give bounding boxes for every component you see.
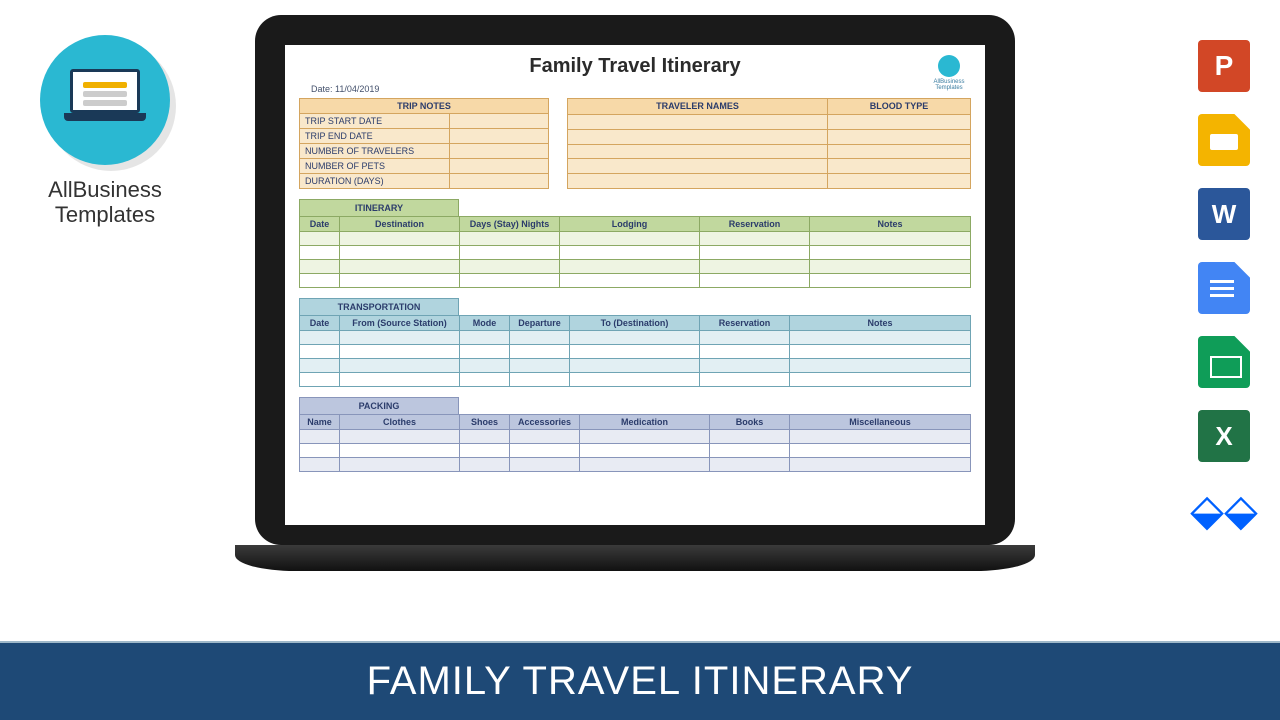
trip-notes-header: TRIP NOTES: [300, 99, 549, 114]
word-icon: W: [1198, 188, 1250, 240]
bottom-banner: FAMILY TRAVEL ITINERARY: [0, 643, 1280, 720]
google-sheets-icon: [1198, 336, 1250, 388]
google-slides-icon: [1198, 114, 1250, 166]
packing-table: Name Clothes Shoes Accessories Medicatio…: [299, 414, 971, 472]
document-title: Family Travel Itinerary: [299, 55, 971, 78]
travelers-table: TRAVELER NAMESBLOOD TYPE: [567, 98, 971, 189]
document-date: Date: 11/04/2019: [311, 84, 971, 94]
itinerary-table: Date Destination Days (Stay) Nights Lodg…: [299, 216, 971, 288]
packing-title: PACKING: [299, 397, 459, 414]
laptop-keyboard: [235, 545, 1035, 571]
itinerary-title: ITINERARY: [299, 199, 459, 216]
powerpoint-icon: P: [1198, 40, 1250, 92]
document-screen: Family Travel Itinerary Date: 11/04/2019…: [285, 45, 985, 525]
brand-logo-text: AllBusiness Templates: [25, 177, 185, 228]
transportation-section: TRANSPORTATION Date From (Source Station…: [299, 298, 971, 387]
packing-section: PACKING Name Clothes Shoes Accessories M…: [299, 397, 971, 472]
document-corner-logo: AllBusiness Templates: [929, 55, 969, 91]
brand-logo: AllBusiness Templates: [25, 35, 185, 228]
brand-logo-icon: [40, 35, 170, 165]
laptop-mockup: AllBusiness Templates Family Travel Itin…: [235, 15, 1035, 625]
transportation-title: TRANSPORTATION: [299, 298, 459, 315]
transportation-table: Date From (Source Station) Mode Departur…: [299, 315, 971, 387]
banner-title: FAMILY TRAVEL ITINERARY: [367, 659, 914, 704]
excel-icon: X: [1198, 410, 1250, 462]
itinerary-section: ITINERARY Date Destination Days (Stay) N…: [299, 199, 971, 288]
file-type-icons: P W X ⬙⬙: [1198, 40, 1258, 536]
dropbox-icon: ⬙⬙: [1198, 484, 1250, 536]
trip-notes-table: TRIP NOTES TRIP START DATE TRIP END DATE…: [299, 98, 549, 189]
google-docs-icon: [1198, 262, 1250, 314]
